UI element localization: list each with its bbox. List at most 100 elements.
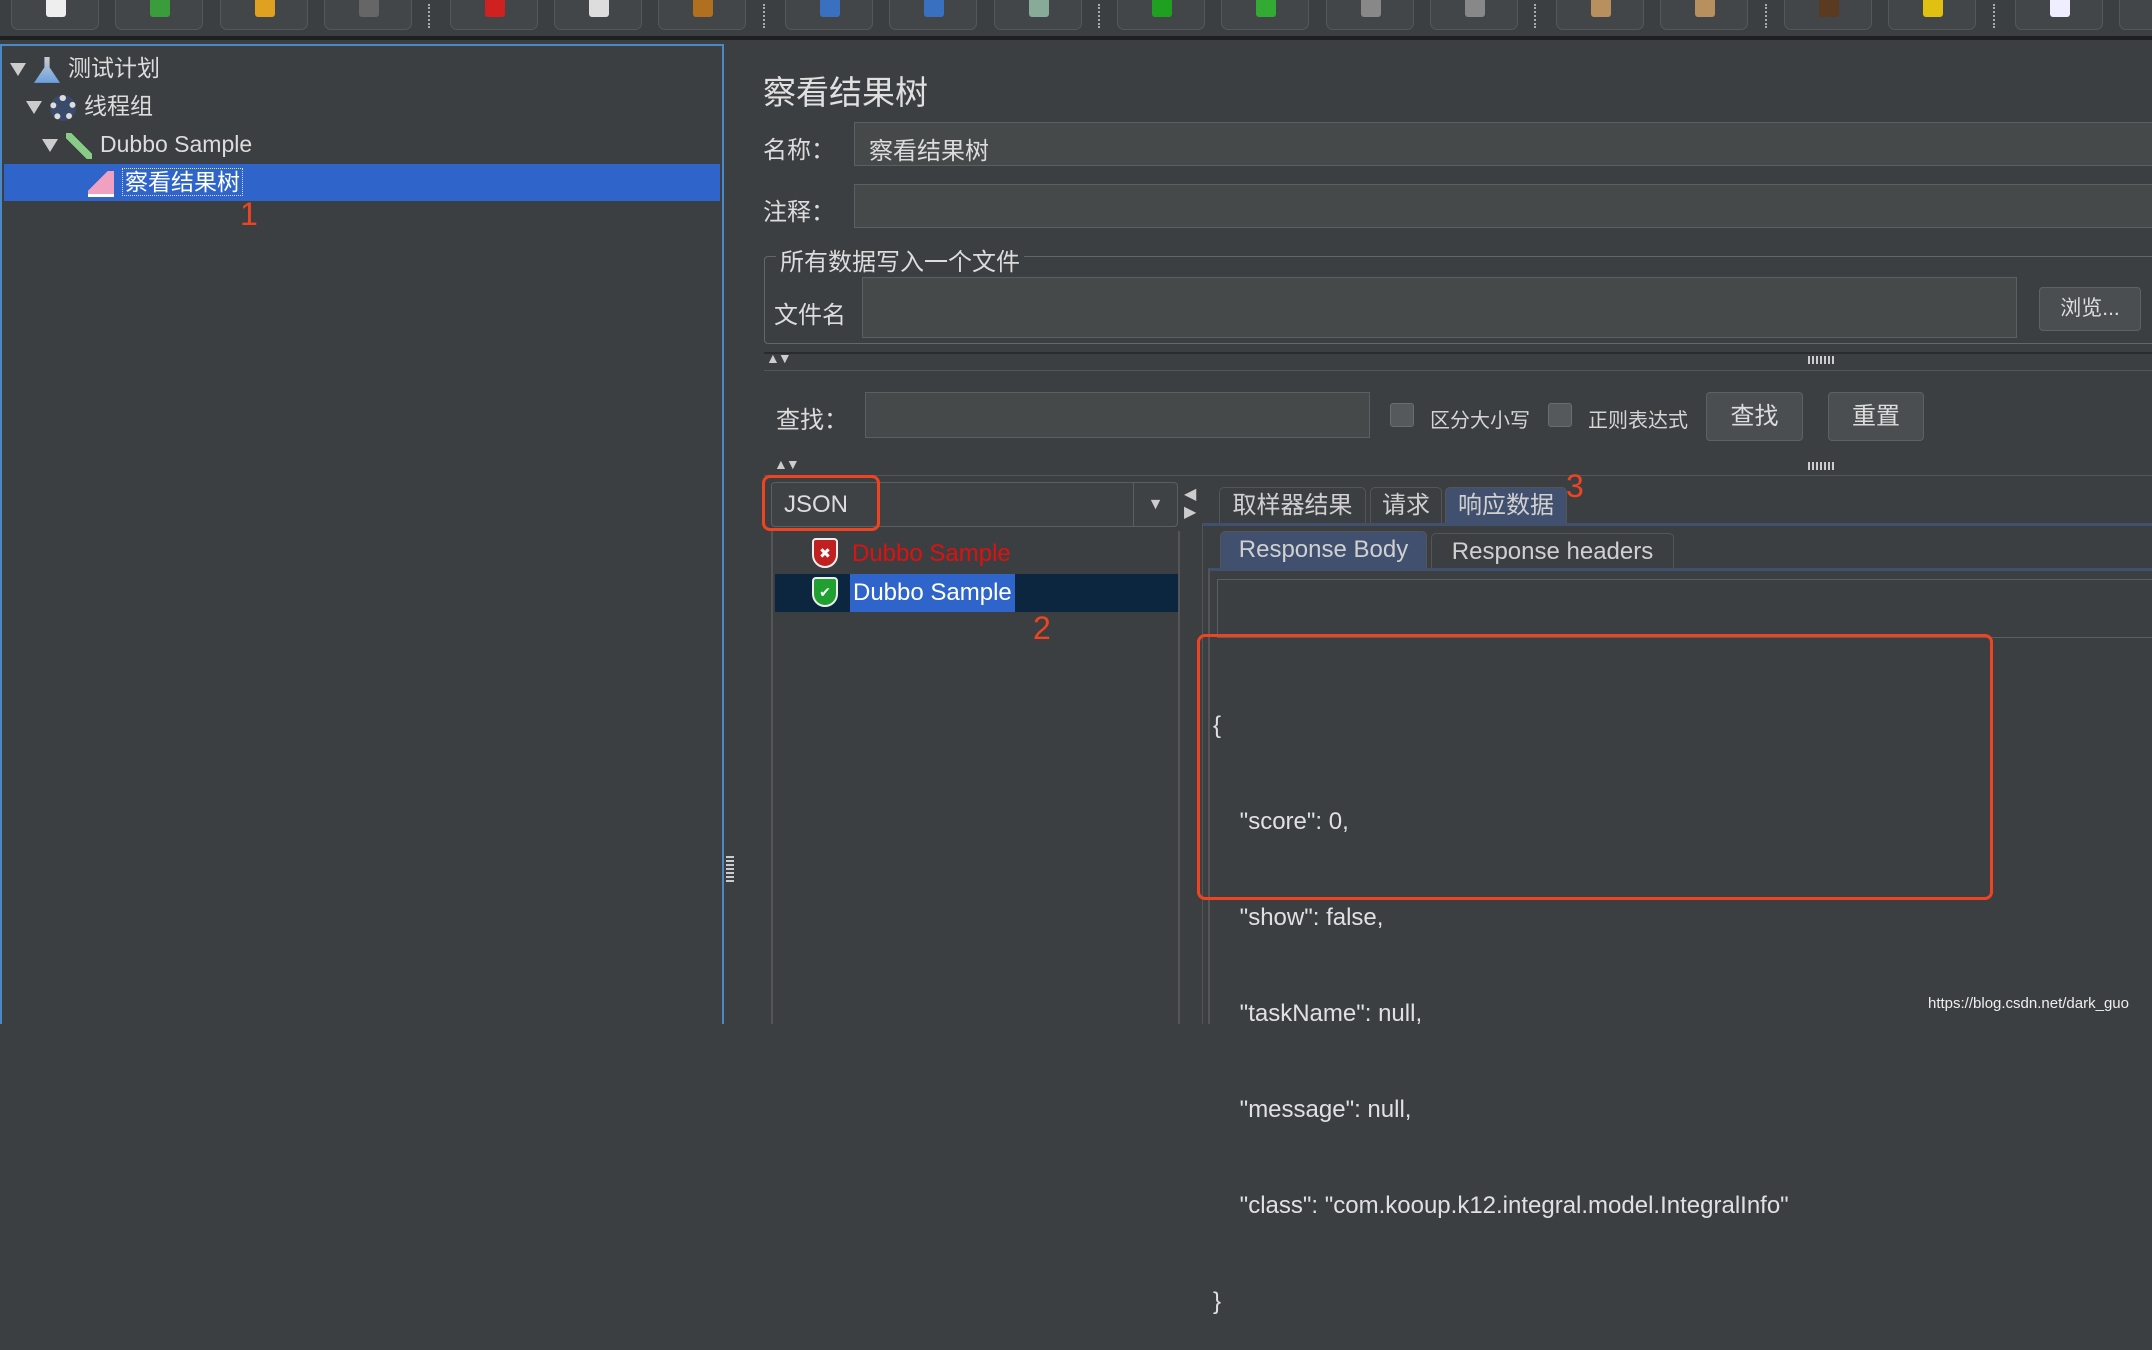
templates-button[interactable]	[115, 0, 203, 30]
tab-response-body[interactable]: Response Body	[1220, 531, 1427, 568]
browse-button[interactable]: 浏览...	[2039, 287, 2141, 331]
watermark: https://blog.csdn.net/dark_guo	[1928, 995, 2129, 1012]
toolbar	[0, 0, 2152, 40]
name-label: 名称：	[763, 137, 835, 164]
annotation-2: 2	[1033, 610, 1051, 646]
tab-sampler-result[interactable]: 取样器结果	[1219, 487, 1366, 523]
annotation-1: 1	[240, 196, 258, 232]
divider	[764, 370, 2152, 371]
paste-button[interactable]	[658, 0, 746, 30]
clear-button[interactable]	[1556, 0, 1644, 30]
expand-triangle-icon[interactable]	[10, 63, 26, 77]
annotation-box-json	[1197, 634, 1993, 900]
broom-all-icon	[1695, 0, 1715, 17]
regex-checkbox[interactable]	[1548, 403, 1572, 427]
result-item-success[interactable]: Dubbo Sample	[850, 574, 1015, 612]
divider	[764, 352, 2152, 354]
start-no-pause-button[interactable]	[1221, 0, 1309, 30]
toolbar-separator	[1534, 4, 1536, 28]
help-button[interactable]	[2119, 0, 2152, 30]
expand-triangle-icon[interactable]	[42, 139, 58, 153]
stop-button[interactable]	[1326, 0, 1414, 30]
folder-icon	[255, 0, 275, 17]
find-button[interactable]: 查找	[1706, 392, 1803, 441]
comment-label: 注释：	[763, 199, 835, 226]
toolbar-separator	[428, 4, 430, 28]
shutdown-icon	[1465, 0, 1485, 17]
divider	[764, 475, 2152, 476]
tree-item-test-plan[interactable]: 测试计划	[10, 51, 160, 85]
stop-icon	[1361, 0, 1381, 17]
splitter-grip[interactable]	[1808, 356, 1836, 364]
cut-button[interactable]	[450, 0, 538, 30]
play-no-timer-icon	[1256, 0, 1276, 17]
file-group-legend: 所有数据写入一个文件	[776, 242, 1024, 277]
flask-icon	[34, 56, 60, 83]
toolbar-separator	[763, 4, 765, 28]
splitter-grip[interactable]	[1808, 462, 1836, 470]
panel-title: 察看结果树	[763, 74, 928, 111]
json-line: "taskName": null,	[1213, 1000, 1423, 1027]
search-input[interactable]	[865, 392, 1370, 438]
json-line: "show": false,	[1213, 904, 1384, 931]
case-sensitive-checkbox[interactable]	[1390, 403, 1414, 427]
success-shield-icon: ✔	[812, 577, 838, 607]
copy-button[interactable]	[554, 0, 642, 30]
paste-icon	[693, 0, 713, 17]
case-sensitive-label: 区分大小写	[1430, 410, 1530, 432]
reset-button[interactable]: 重置	[1828, 392, 1924, 441]
search-label: 查找：	[776, 407, 848, 434]
shutdown-button[interactable]	[1430, 0, 1518, 30]
tab-response-headers[interactable]: Response headers	[1431, 533, 1674, 568]
tab-request[interactable]: 请求	[1370, 487, 1442, 523]
comment-input[interactable]	[854, 184, 2152, 228]
chart-icon	[88, 170, 114, 197]
start-button[interactable]	[1117, 0, 1205, 30]
eraser-icon	[1923, 0, 1943, 17]
clear-all-button[interactable]	[1660, 0, 1748, 30]
pipette-icon	[66, 132, 92, 159]
split-arrows-icon[interactable]: ▲▼	[774, 456, 800, 472]
collapse-button[interactable]	[889, 0, 977, 30]
regex-label: 正则表达式	[1588, 410, 1688, 432]
expand-button[interactable]	[785, 0, 873, 30]
open-button[interactable]	[220, 0, 308, 30]
search-button[interactable]	[1784, 0, 1872, 30]
play-icon	[1152, 0, 1172, 17]
save-button[interactable]	[324, 0, 412, 30]
tree-item-thread-group[interactable]: 线程组	[26, 89, 153, 123]
new-button[interactable]	[11, 0, 99, 30]
toolbar-separator	[1098, 4, 1100, 28]
filename-label: 文件名	[774, 302, 846, 329]
filename-input[interactable]	[862, 277, 2017, 338]
reset-search-button[interactable]	[1888, 0, 1976, 30]
split-arrows-icon[interactable]: ▲▼	[766, 350, 792, 366]
collapse-arrows-icon[interactable]: ◀ ▶	[1184, 486, 1196, 522]
minus-icon	[924, 0, 944, 17]
templates-icon	[150, 0, 170, 17]
json-line: "message": null,	[1213, 1096, 1412, 1123]
json-line: "class": "com.kooup.k12.integral.model.I…	[1213, 1192, 1789, 1219]
new-file-icon	[46, 0, 66, 17]
response-search-area	[1217, 579, 2152, 638]
tree-item-view-results-tree[interactable]: 察看结果树	[88, 165, 243, 199]
copy-icon	[589, 0, 609, 17]
error-shield-icon: ✖	[812, 538, 838, 568]
function-helper-button[interactable]	[2015, 0, 2103, 30]
splitter-handle[interactable]	[726, 856, 734, 882]
name-input[interactable]: 察看结果树	[854, 122, 2152, 166]
expand-triangle-icon[interactable]	[26, 101, 42, 115]
toggle-button[interactable]	[994, 0, 1082, 30]
tree-item-dubbo-sample[interactable]: Dubbo Sample	[42, 127, 252, 161]
annotation-3: 3	[1566, 468, 1584, 504]
wand-icon	[1029, 0, 1049, 17]
result-item-error[interactable]: Dubbo Sample	[852, 540, 1011, 568]
annotation-box-renderer	[762, 475, 880, 531]
binoculars-icon	[1819, 0, 1839, 17]
chevron-down-icon[interactable]: ▼	[1133, 483, 1177, 526]
toolbar-separator	[1993, 4, 1995, 28]
list-icon	[2050, 0, 2070, 17]
test-plan-tree: 测试计划 线程组 Dubbo Sample 察看结果树 1	[0, 44, 724, 1024]
scissors-icon	[485, 0, 505, 17]
tab-response-data[interactable]: 响应数据	[1445, 487, 1567, 523]
